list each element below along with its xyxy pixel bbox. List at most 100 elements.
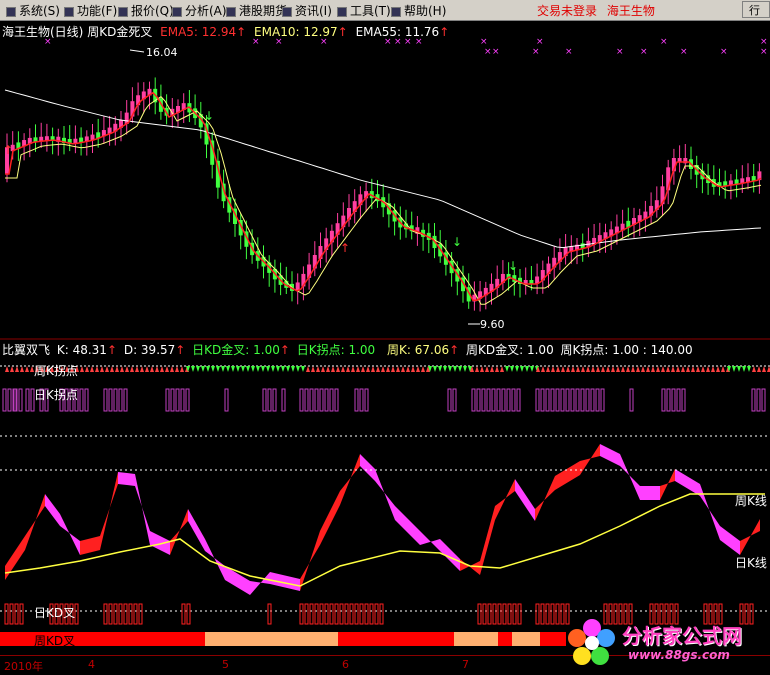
day-kd-cross-bar <box>324 603 329 625</box>
kd-ribbon <box>188 509 205 551</box>
week-turn-arrow-icon <box>732 366 736 372</box>
up-arrow-icon: ↑ <box>449 343 460 357</box>
watermark: 分析家公式网 www.88gs.com <box>566 612 770 670</box>
high-price-pointer <box>129 49 145 53</box>
week-turn-arrow-icon <box>85 366 89 372</box>
go-button[interactable]: 行 <box>742 1 770 18</box>
day-kd-cross-bar <box>329 603 334 625</box>
day-turn-bar <box>170 388 175 412</box>
kd-ribbon <box>660 469 675 500</box>
day-turn-bar <box>751 388 756 412</box>
week-turn-arrow-icon <box>636 366 640 372</box>
week-turn-arrow-icon <box>742 366 746 372</box>
week-turn-arrow-icon <box>110 366 114 372</box>
week-turn-arrow-icon <box>115 366 119 372</box>
kd-ribbon <box>700 484 720 540</box>
week-turn-arrow-icon <box>530 366 534 372</box>
menu-analysis[interactable]: 分析(A) <box>172 2 227 19</box>
week-turn-arrow-icon <box>691 366 695 372</box>
day-kd-cross-bar <box>186 603 191 625</box>
sell-signal-icon: ↓ <box>452 235 462 249</box>
day-turn-bar <box>516 388 521 412</box>
week-turn-arrow-icon <box>196 366 200 372</box>
day-kd-cross-bar <box>103 603 108 625</box>
signal-marker-icon: × <box>484 47 492 57</box>
day-turn-bar <box>329 388 334 412</box>
up-arrow-icon: ↑ <box>106 343 117 357</box>
day-turn-bar <box>108 388 113 412</box>
week-turn-arrow-icon <box>651 366 655 372</box>
week-turn-arrow-icon <box>626 366 630 372</box>
signal-marker-icon: × <box>320 37 328 47</box>
menu-quote[interactable]: 报价(Q) <box>118 2 174 19</box>
kd-ribbon <box>535 476 555 521</box>
login-status[interactable]: 交易未登录 <box>537 4 597 18</box>
function-icon <box>64 6 74 17</box>
week-turn-arrow-icon <box>331 366 335 372</box>
day-turn-bar <box>25 388 30 412</box>
week-turn-arrow-icon <box>221 366 225 372</box>
time-label: 7 <box>462 658 469 671</box>
week-turn-arrow-icon <box>591 366 595 372</box>
menu-help[interactable]: 帮助(H) <box>391 2 446 19</box>
week-kd-cross-value: 周KD金叉: 1.00 <box>466 343 554 357</box>
menu-function[interactable]: 功能(F) <box>64 2 117 19</box>
menu-system[interactable]: 系统(S) <box>6 2 60 19</box>
watermark-title: 分析家公式网 <box>622 624 742 648</box>
day-kd-cross-bar <box>374 603 379 625</box>
buy-signal-icon: ↑ <box>3 143 13 157</box>
week-turn-arrow-icon <box>191 366 195 372</box>
indicator-chart[interactable] <box>0 356 770 654</box>
day-turn-bar <box>661 388 666 412</box>
week-turn-arrow-icon <box>95 366 99 372</box>
week-turn-arrow-icon <box>170 366 174 372</box>
quote-icon <box>118 6 128 17</box>
week-turn-arrow-icon <box>606 366 610 372</box>
week-turn-arrow-icon <box>251 366 255 372</box>
up-arrow-icon: ↑ <box>175 343 186 357</box>
day-kd-cross-bar <box>364 603 369 625</box>
ema55-line <box>4 89 762 249</box>
indicator-panel-header: 比翼双飞 K: 48.31↑ D: 39.57↑ 日KD金叉: 1.00↑ 日K… <box>2 341 693 357</box>
week-turn-arrow-icon <box>661 366 665 372</box>
week-turn-arrow-icon <box>406 366 410 372</box>
day-turn-bar <box>185 388 190 412</box>
day-kd-cross-bar <box>555 603 560 625</box>
week-turn-arrow-icon <box>762 366 766 372</box>
day-turn-bar <box>113 388 118 412</box>
week-turn-arrow-icon <box>480 366 484 372</box>
flower-logo-icon <box>568 619 615 665</box>
day-kd-cross-bar <box>344 603 349 625</box>
week-turn-arrow-icon <box>490 366 494 372</box>
candlestick-chart[interactable]: × × × × × × × ×× × × × × × × × ××× × × 16.04 9.60 ↑ ↓ ↓ ↓… <box>0 20 770 340</box>
week-kd-cross-segment <box>454 632 498 646</box>
day-kd-cross-bar <box>118 603 123 625</box>
menu-bar: 系统(S) 功能(F) 报价(Q) 分析(A) 港股期货 资讯(I) 工具(T)… <box>0 0 770 21</box>
signal-marker-icon: × <box>536 37 544 47</box>
menu-hk-futures[interactable]: 港股期货 <box>226 2 287 19</box>
day-kd-cross-bar <box>545 603 550 625</box>
week-turn-arrow-icon <box>601 366 605 372</box>
day-kd-cross-bar <box>267 603 272 625</box>
week-turn-arrow-icon <box>448 366 452 372</box>
kd-ribbon <box>395 506 420 545</box>
day-kd-cross-bar <box>9 603 14 625</box>
week-turn-arrow-icon <box>656 366 660 372</box>
day-kd-cross-bar <box>181 603 186 625</box>
day-kd-cross-bar <box>123 603 128 625</box>
day-turn-bar <box>118 388 123 412</box>
menu-tools[interactable]: 工具(T) <box>337 2 391 19</box>
menu-info[interactable]: 资讯(I) <box>282 2 332 19</box>
day-kd-cross-bar <box>517 603 522 625</box>
week-turn-arrow-icon <box>500 366 504 372</box>
day-turn-bar <box>585 388 590 412</box>
week-turn-arrow-icon <box>301 366 305 372</box>
day-turn-bar <box>324 388 329 412</box>
week-turn-arrow-icon <box>271 366 275 372</box>
week-turn-arrow-icon <box>306 366 310 372</box>
day-turn-bar <box>666 388 671 412</box>
week-turn-arrow-icon <box>556 366 560 372</box>
indicator-title: 比翼双飞 <box>2 343 51 357</box>
week-turn-arrow-icon <box>716 366 720 372</box>
day-turn-bar <box>550 388 555 412</box>
